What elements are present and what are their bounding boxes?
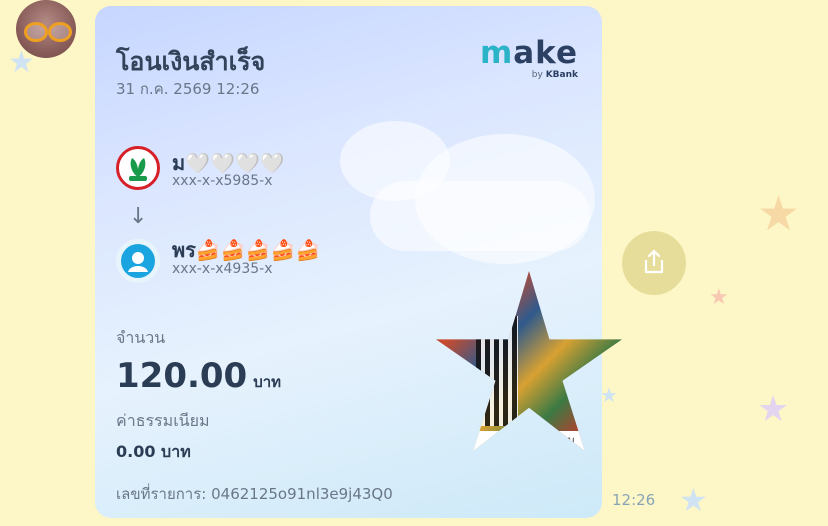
share-button[interactable]: [622, 231, 686, 295]
kbank-icon: [116, 146, 160, 190]
transfer-datetime: 31 ก.ค. 2569 12:26: [116, 80, 260, 98]
star-decoration-icon: ★: [709, 285, 729, 310]
fee-label: ค่าธรรมเนียม: [116, 411, 210, 430]
glasses-icon: [48, 22, 72, 42]
amount-value: 120.00 บาท: [116, 356, 281, 396]
star-decoration-icon: ★: [679, 481, 708, 519]
page-title: โอนเงินสำเร็จ: [116, 47, 266, 76]
sender-account: xxx-x-x5985-x: [172, 173, 273, 189]
share-icon: [644, 249, 664, 274]
amount-label: จำนวน: [116, 328, 166, 347]
star-decoration-icon: ★: [757, 389, 790, 430]
cloud-decoration: [370, 181, 590, 251]
logo-sub-brand: KBank: [545, 70, 578, 80]
logo-sub-by: by: [531, 70, 543, 80]
ktb-icon: [116, 239, 160, 283]
fee-value: 0.00 บาท: [116, 442, 191, 461]
transfer-slip-card[interactable]: โอนเงินสำเร็จ 31 ก.ค. 2569 12:26 make by…: [95, 6, 602, 518]
transaction-reference: เลขที่รายการ: 0462125o91nl3e9j43Q0: [116, 485, 393, 503]
star-decoration-icon: ★: [600, 383, 618, 407]
logo-wordmark: make: [479, 35, 578, 71]
receiver-account: xxx-x-x4935-x: [172, 261, 273, 277]
amount-currency: บาท: [253, 373, 282, 391]
amount-number: 120.00: [116, 356, 248, 396]
avatar[interactable]: [16, 0, 76, 58]
star-decoration-icon: ★: [757, 186, 801, 242]
make-logo: make by KBank: [479, 35, 578, 81]
message-timestamp: 12:26: [612, 491, 656, 509]
logo-subtitle: by KBank: [480, 70, 578, 80]
glasses-icon: [24, 22, 48, 42]
arrow-down-icon: ↓: [129, 204, 148, 229]
